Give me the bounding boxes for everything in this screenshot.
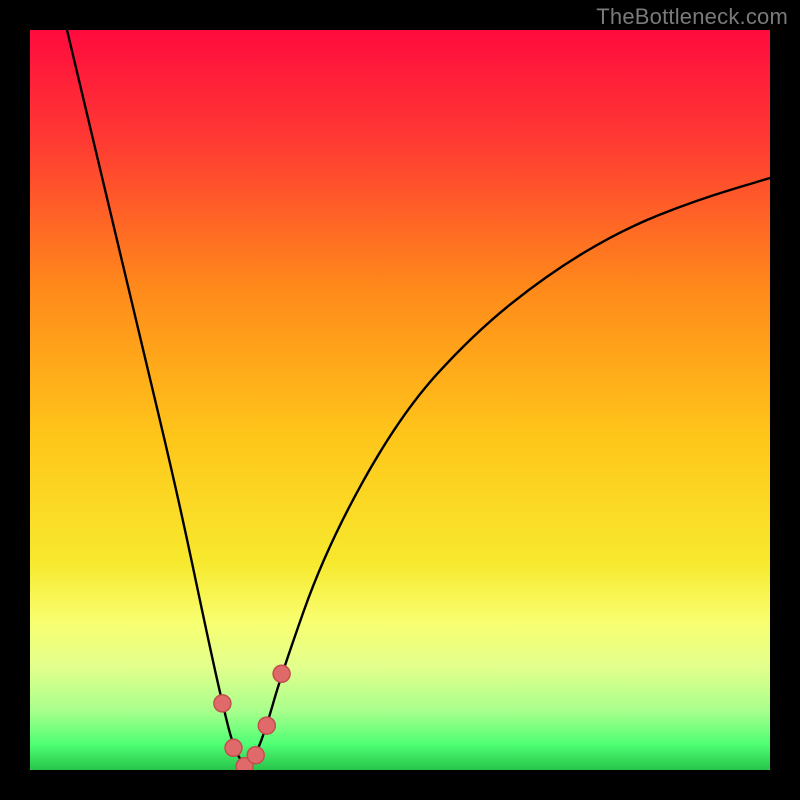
sweet-spot-marker [273, 665, 290, 682]
sweet-spot-marker [258, 717, 275, 734]
chart-frame: TheBottleneck.com [0, 0, 800, 800]
sweet-spot-marker [247, 747, 264, 764]
bottleneck-curve [30, 30, 770, 770]
sweet-spot-marker [225, 739, 242, 756]
plot-area [30, 30, 770, 770]
sweet-spot-marker [214, 695, 231, 712]
watermark-text: TheBottleneck.com [596, 4, 788, 30]
